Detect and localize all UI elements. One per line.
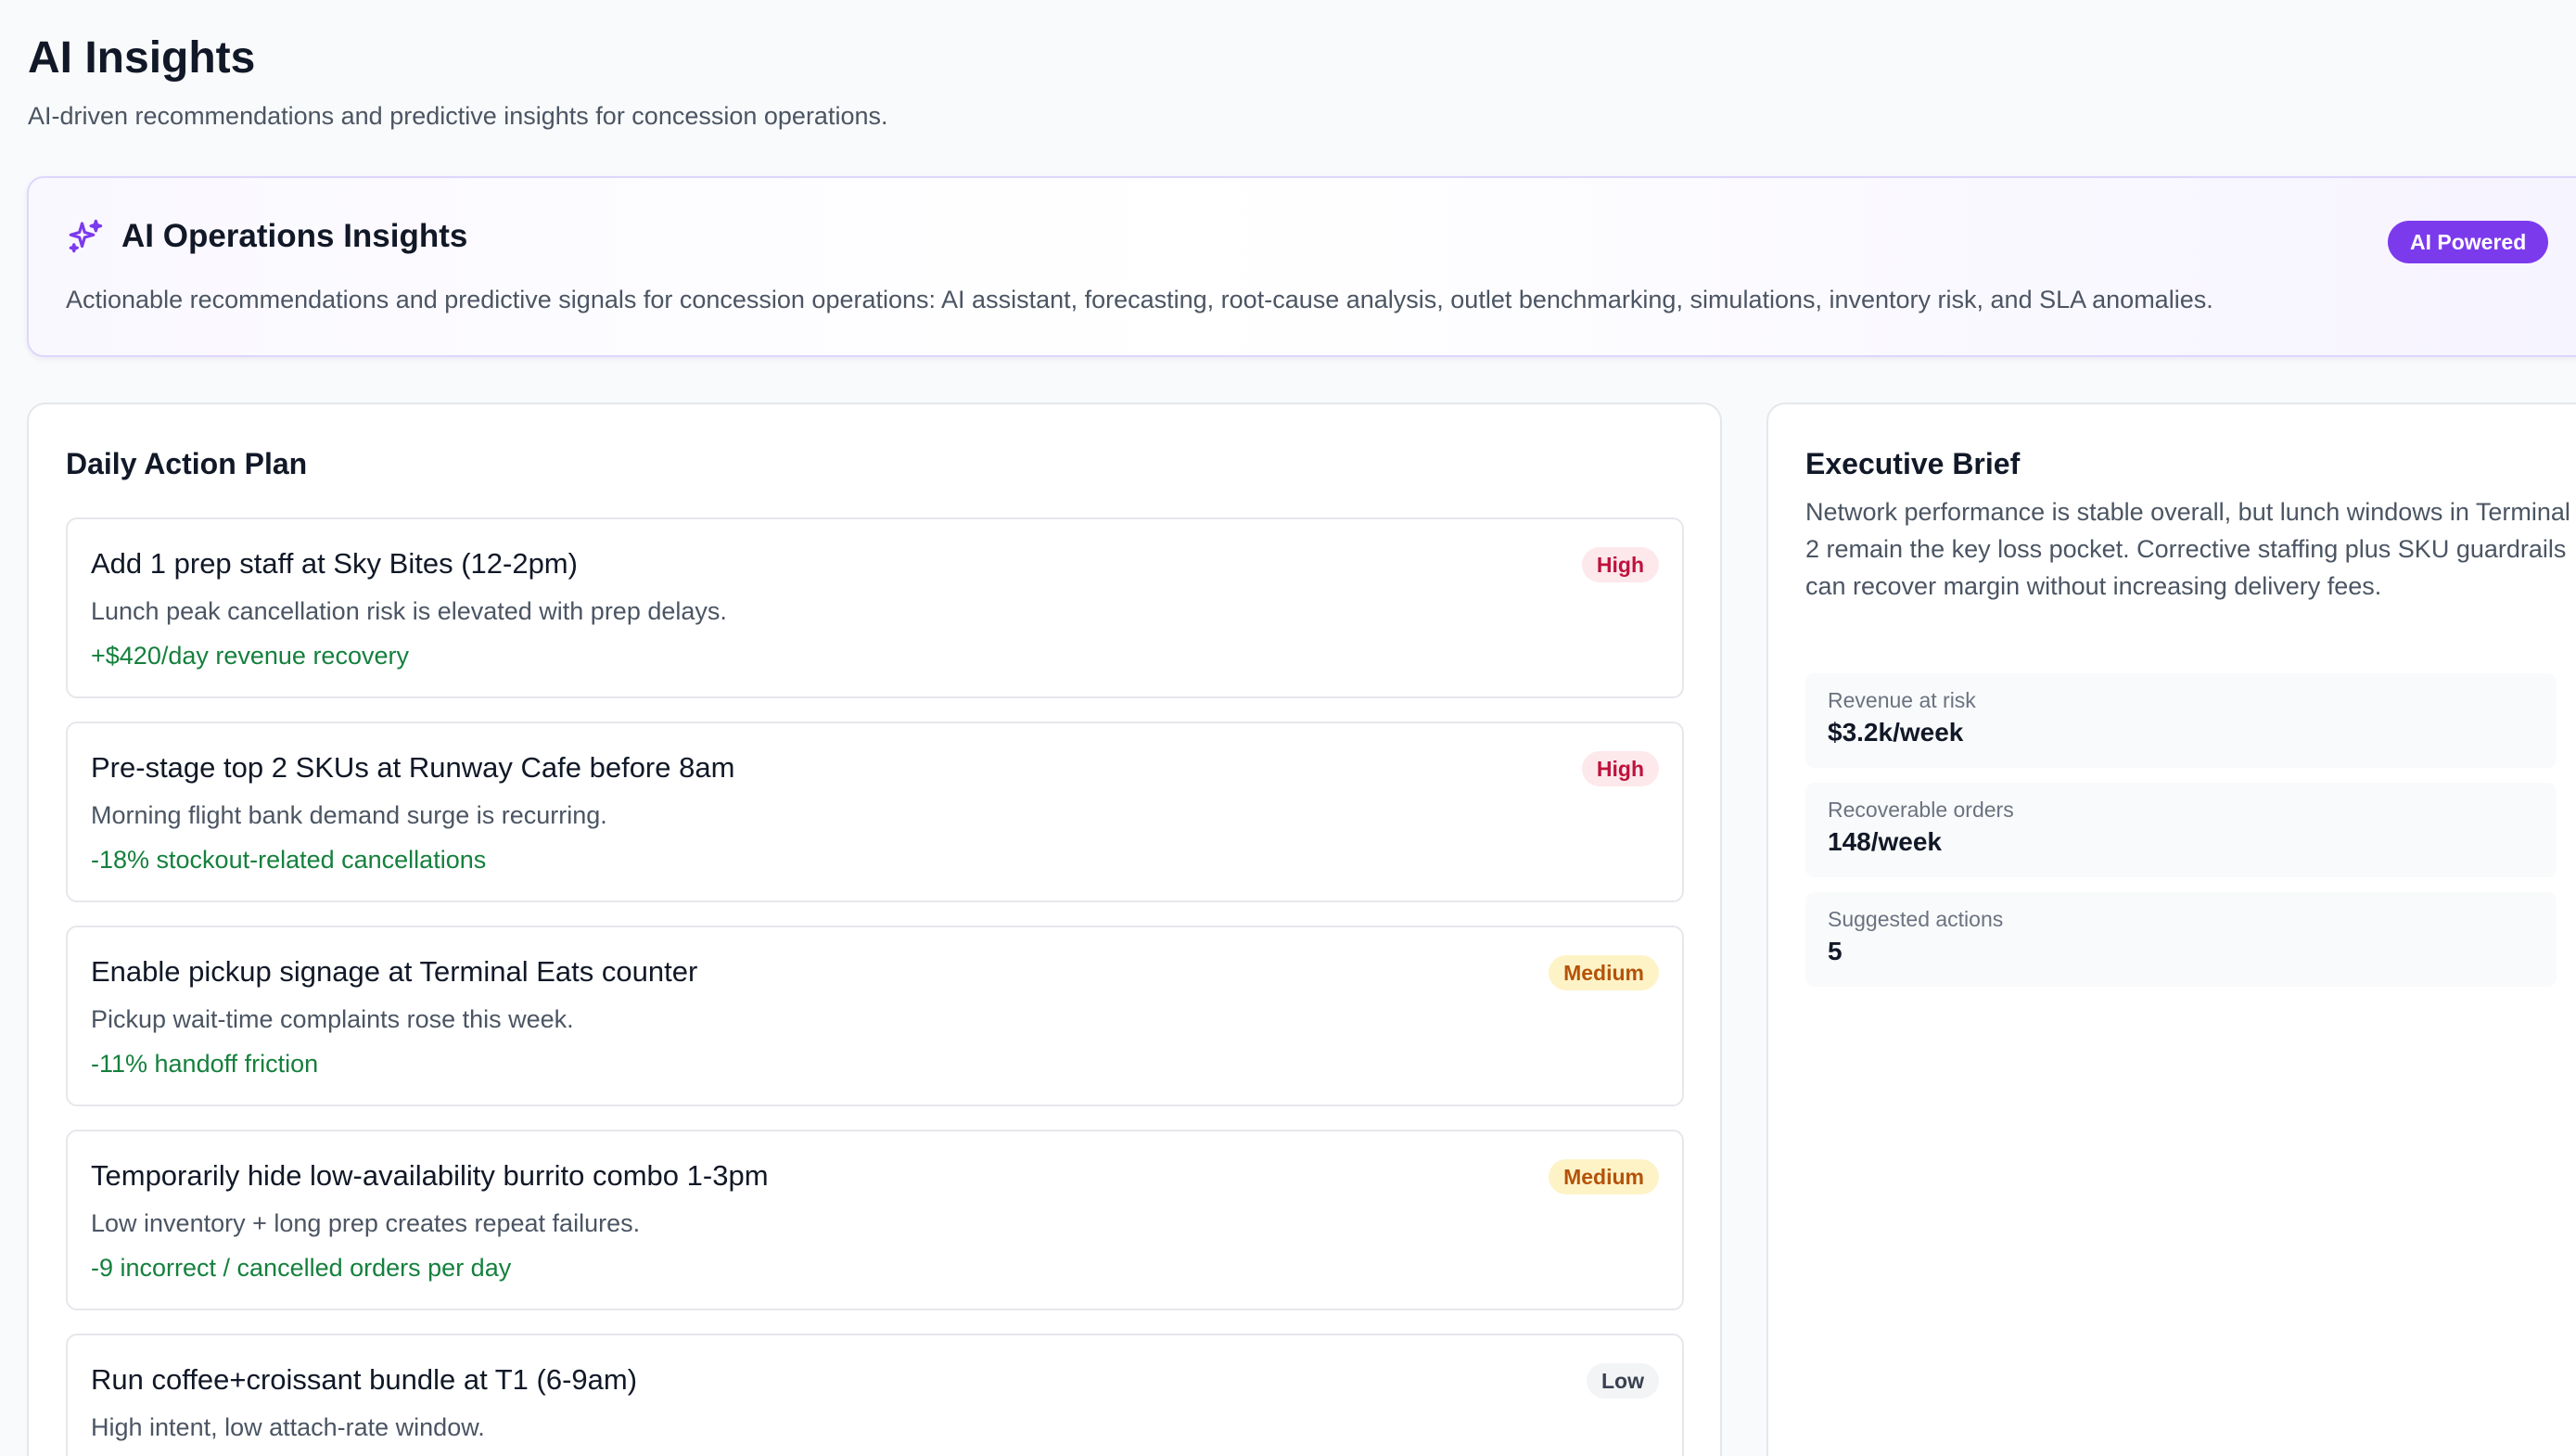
action-item[interactable]: Pre-stage top 2 SKUs at Runway Cafe befo… xyxy=(66,722,1684,902)
action-item-description: Pickup wait-time complaints rose this we… xyxy=(91,1005,574,1033)
action-item[interactable]: Run coffee+croissant bundle at T1 (6-9am… xyxy=(66,1334,1684,1456)
action-item-description: High intent, low attach-rate window. xyxy=(91,1413,485,1441)
sparkles-icon xyxy=(69,219,103,253)
action-item-description: Lunch peak cancellation risk is elevated… xyxy=(91,597,727,625)
action-item-title: Pre-stage top 2 SKUs at Runway Cafe befo… xyxy=(91,751,735,784)
action-item[interactable]: Add 1 prep staff at Sky Bites (12-2pm) H… xyxy=(66,517,1684,698)
action-plan-title: Daily Action Plan xyxy=(66,447,308,480)
metric-label: Revenue at risk xyxy=(1828,688,1976,712)
metric-value: 148/week xyxy=(1828,827,1942,856)
page-title: AI Insights xyxy=(28,33,256,83)
action-item-description: Low inventory + long prep creates repeat… xyxy=(91,1209,641,1237)
executive-brief-card: Executive Brief Network performance is s… xyxy=(1766,402,2576,1456)
priority-badge: Medium xyxy=(1549,1159,1659,1194)
action-item-title: Run coffee+croissant bundle at T1 (6-9am… xyxy=(91,1363,638,1396)
ai-operations-insights-card: AI Operations Insights AI Powered Action… xyxy=(27,176,2576,357)
metric-label: Suggested actions xyxy=(1828,907,2004,931)
metric-revenue-at-risk: Revenue at risk $3.2k/week xyxy=(1805,673,2557,768)
action-item-description: Morning flight bank demand surge is recu… xyxy=(91,801,607,829)
action-item-title: Add 1 prep staff at Sky Bites (12-2pm) xyxy=(91,547,578,580)
executive-brief-title: Executive Brief xyxy=(1805,447,2021,480)
action-item[interactable]: Enable pickup signage at Terminal Eats c… xyxy=(66,926,1684,1106)
daily-action-plan-card: Daily Action Plan Add 1 prep staff at Sk… xyxy=(27,402,1722,1456)
metric-suggested-actions: Suggested actions 5 xyxy=(1805,892,2557,987)
priority-badge: High xyxy=(1581,547,1659,582)
ai-powered-badge: AI Powered xyxy=(2388,221,2549,263)
action-item-title: Temporarily hide low-availability burrit… xyxy=(91,1159,769,1192)
action-item-impact: -11% handoff friction xyxy=(91,1050,319,1078)
action-item-impact: +$420/day revenue recovery xyxy=(91,642,409,670)
ai-card-title: AI Operations Insights xyxy=(121,218,468,254)
metric-value: 5 xyxy=(1828,937,1843,965)
ai-card-header: AI Operations Insights xyxy=(66,217,467,256)
priority-badge: High xyxy=(1581,751,1659,786)
ai-card-description: Actionable recommendations and predictiv… xyxy=(66,286,2213,313)
action-item-impact: -18% stockout-related cancellations xyxy=(91,846,487,874)
action-item-title: Enable pickup signage at Terminal Eats c… xyxy=(91,955,698,988)
metric-recoverable-orders: Recoverable orders 148/week xyxy=(1805,783,2557,877)
page-subtitle: AI-driven recommendations and predictive… xyxy=(28,102,888,130)
executive-brief-text: Network performance is stable overall, b… xyxy=(1805,498,2570,600)
metric-label: Recoverable orders xyxy=(1828,798,2014,822)
priority-badge: Medium xyxy=(1549,955,1659,990)
page-header: AI Insights AI-driven recommendations an… xyxy=(28,32,887,132)
metric-value: $3.2k/week xyxy=(1828,718,1964,747)
action-item[interactable]: Temporarily hide low-availability burrit… xyxy=(66,1130,1684,1310)
action-item-impact: -9 incorrect / cancelled orders per day xyxy=(91,1254,512,1282)
priority-badge: Low xyxy=(1587,1363,1659,1399)
